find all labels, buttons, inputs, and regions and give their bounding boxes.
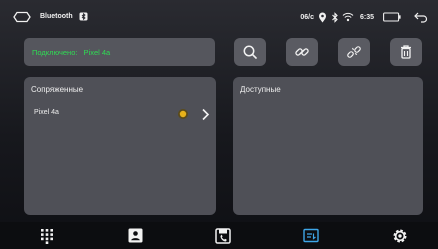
paired-device-name: Pixel 4a <box>34 109 59 116</box>
bluetooth-music-icon <box>303 228 319 243</box>
status-title: Bluetooth <box>40 13 73 20</box>
nav-dialpad[interactable] <box>37 226 57 245</box>
nav-contacts[interactable] <box>125 226 145 245</box>
nav-call-log[interactable] <box>213 226 233 245</box>
connected-status-icon <box>178 109 188 119</box>
status-indicators: 06/c 6:35 <box>300 9 428 25</box>
back-icon[interactable] <box>414 11 428 23</box>
bluetooth-icon <box>332 11 338 23</box>
unlink-icon <box>347 46 361 58</box>
connection-status-bar: Подключено: Pixel 4a <box>24 38 215 66</box>
disconnect-button[interactable] <box>338 38 370 66</box>
wifi-icon <box>342 12 354 22</box>
search-button[interactable] <box>234 38 266 66</box>
settings-icon <box>393 229 407 242</box>
connection-label: Подключено: <box>32 47 78 57</box>
bluetooth-badge-icon <box>79 12 88 21</box>
call-log-icon <box>215 227 231 244</box>
connection-status-text: Подключено: Pixel 4a <box>32 48 110 57</box>
available-panel-title: Доступные <box>240 85 281 94</box>
search-icon <box>243 45 257 59</box>
contacts-icon <box>128 228 142 243</box>
nav-settings[interactable] <box>390 226 410 245</box>
paired-device-row[interactable]: Pixel 4a <box>34 106 216 124</box>
status-bar: Bluetooth 06/c 6:35 <box>0 0 438 34</box>
paired-panel-title: Сопряженные <box>31 85 84 94</box>
battery-icon <box>383 12 401 22</box>
chevron-right-icon[interactable] <box>200 108 210 121</box>
trash-icon <box>401 45 411 59</box>
status-time: 6:35 <box>359 13 374 21</box>
dialpad-icon <box>41 228 53 244</box>
available-devices-panel: Доступные <box>233 77 423 215</box>
location-pin-icon <box>318 12 326 22</box>
delete-button[interactable] <box>390 38 422 66</box>
bottom-nav <box>0 222 438 249</box>
connected-device-name: Pixel 4a <box>83 47 111 57</box>
home-icon[interactable] <box>12 11 32 23</box>
paired-devices-panel: Сопряженные Pixel 4a <box>24 77 216 215</box>
connect-button[interactable] <box>286 38 318 66</box>
nav-bluetooth-music[interactable] <box>301 226 321 245</box>
status-indicator-text: 06/c <box>300 13 314 21</box>
bluetooth-screen: Bluetooth 06/c 6:35 Подключено: Pixel 4a… <box>0 0 438 249</box>
link-icon <box>295 48 309 56</box>
